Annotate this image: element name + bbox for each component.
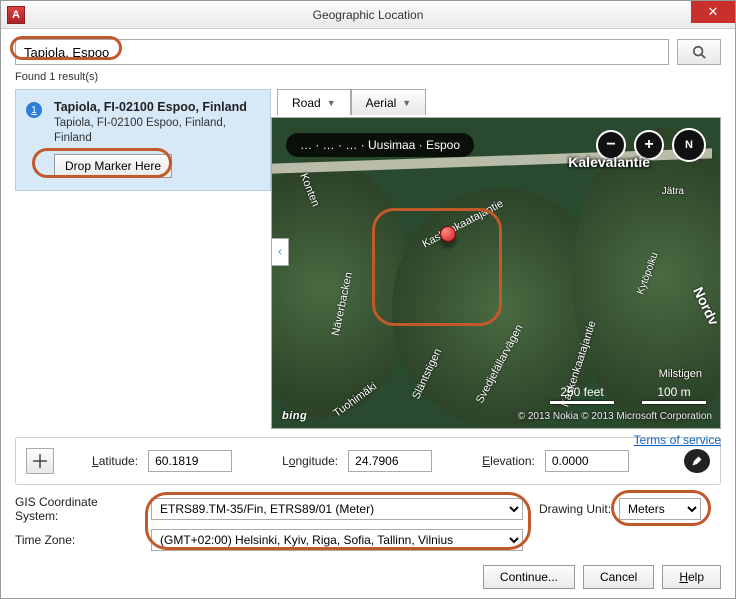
map-view[interactable]: … · … · … · Uusimaa · Espoo − + N ‹ Kale… <box>271 117 721 429</box>
time-zone-label: Time Zone: <box>15 533 143 547</box>
longitude-input[interactable] <box>348 450 432 472</box>
app-icon: A <box>7 6 25 24</box>
search-result[interactable]: 1 Tapiola, FI-02100 Espoo, Finland Tapio… <box>15 89 271 191</box>
pick-point-button[interactable] <box>26 448 54 474</box>
scale-meters: 100 m <box>657 385 690 399</box>
scale-feet: 250 feet <box>560 385 603 399</box>
search-icon <box>692 45 706 59</box>
continue-button[interactable]: Continue... <box>483 565 575 589</box>
chevron-down-icon: ▼ <box>402 98 411 108</box>
tab-road[interactable]: Road ▼ <box>277 89 351 115</box>
result-subtitle: Tapiola, FI-02100 Espoo, Finland, Finlan… <box>54 116 258 146</box>
collapse-panel-button[interactable]: ‹ <box>271 238 289 266</box>
elevation-input[interactable] <box>545 450 629 472</box>
results-count: Found 1 result(s) <box>15 71 721 83</box>
crosshair-icon <box>33 454 47 468</box>
map-provider-logo: bing <box>282 410 307 422</box>
edit-button[interactable] <box>684 449 710 473</box>
map-attribution: © 2013 Nokia © 2013 Microsoft Corporatio… <box>518 411 712 422</box>
result-title: Tapiola, FI-02100 Espoo, Finland <box>54 100 258 114</box>
gis-cs-label: GIS Coordinate System: <box>15 495 143 523</box>
elevation-label: Elevation: <box>482 454 535 468</box>
annotation <box>10 36 122 60</box>
results-panel: 1 Tapiola, FI-02100 Espoo, Finland Tapio… <box>15 89 271 429</box>
compass-control[interactable]: N <box>672 128 706 162</box>
terms-of-service-link[interactable]: Terms of service <box>634 433 721 447</box>
tab-aerial[interactable]: Aerial ▼ <box>351 89 427 115</box>
titlebar: A Geographic Location ✕ <box>1 1 735 29</box>
street-label: Milstigen <box>659 368 702 380</box>
map-scalebar: 250 feet 100 m <box>550 385 706 404</box>
result-badge: 1 <box>26 102 42 118</box>
terms-of-service-link-row: Terms of service <box>271 433 721 447</box>
window-title: Geographic Location <box>1 8 735 22</box>
longitude-label: Longitude: <box>282 454 338 468</box>
pencil-icon <box>691 455 703 467</box>
chevron-down-icon: ▼ <box>327 98 336 108</box>
help-button[interactable]: Help <box>662 565 721 589</box>
road-label-main: Kalevalantie <box>568 154 650 170</box>
latitude-input[interactable] <box>148 450 232 472</box>
annotation <box>611 490 711 526</box>
tab-road-label: Road <box>292 96 321 110</box>
drawing-unit-label: Drawing Unit: <box>539 502 611 516</box>
search-button[interactable] <box>677 39 721 65</box>
cancel-button[interactable]: Cancel <box>583 565 654 589</box>
map-marker[interactable] <box>440 226 456 242</box>
tab-aerial-label: Aerial <box>366 96 397 110</box>
annotation <box>32 148 172 178</box>
map-breadcrumb[interactable]: … · … · … · Uusimaa · Espoo <box>286 133 474 157</box>
street-label: Jätra <box>662 186 684 197</box>
latitude-label: Latitude: <box>92 454 138 468</box>
annotation <box>372 208 502 326</box>
close-button[interactable]: ✕ <box>691 1 735 23</box>
annotation <box>145 492 531 550</box>
